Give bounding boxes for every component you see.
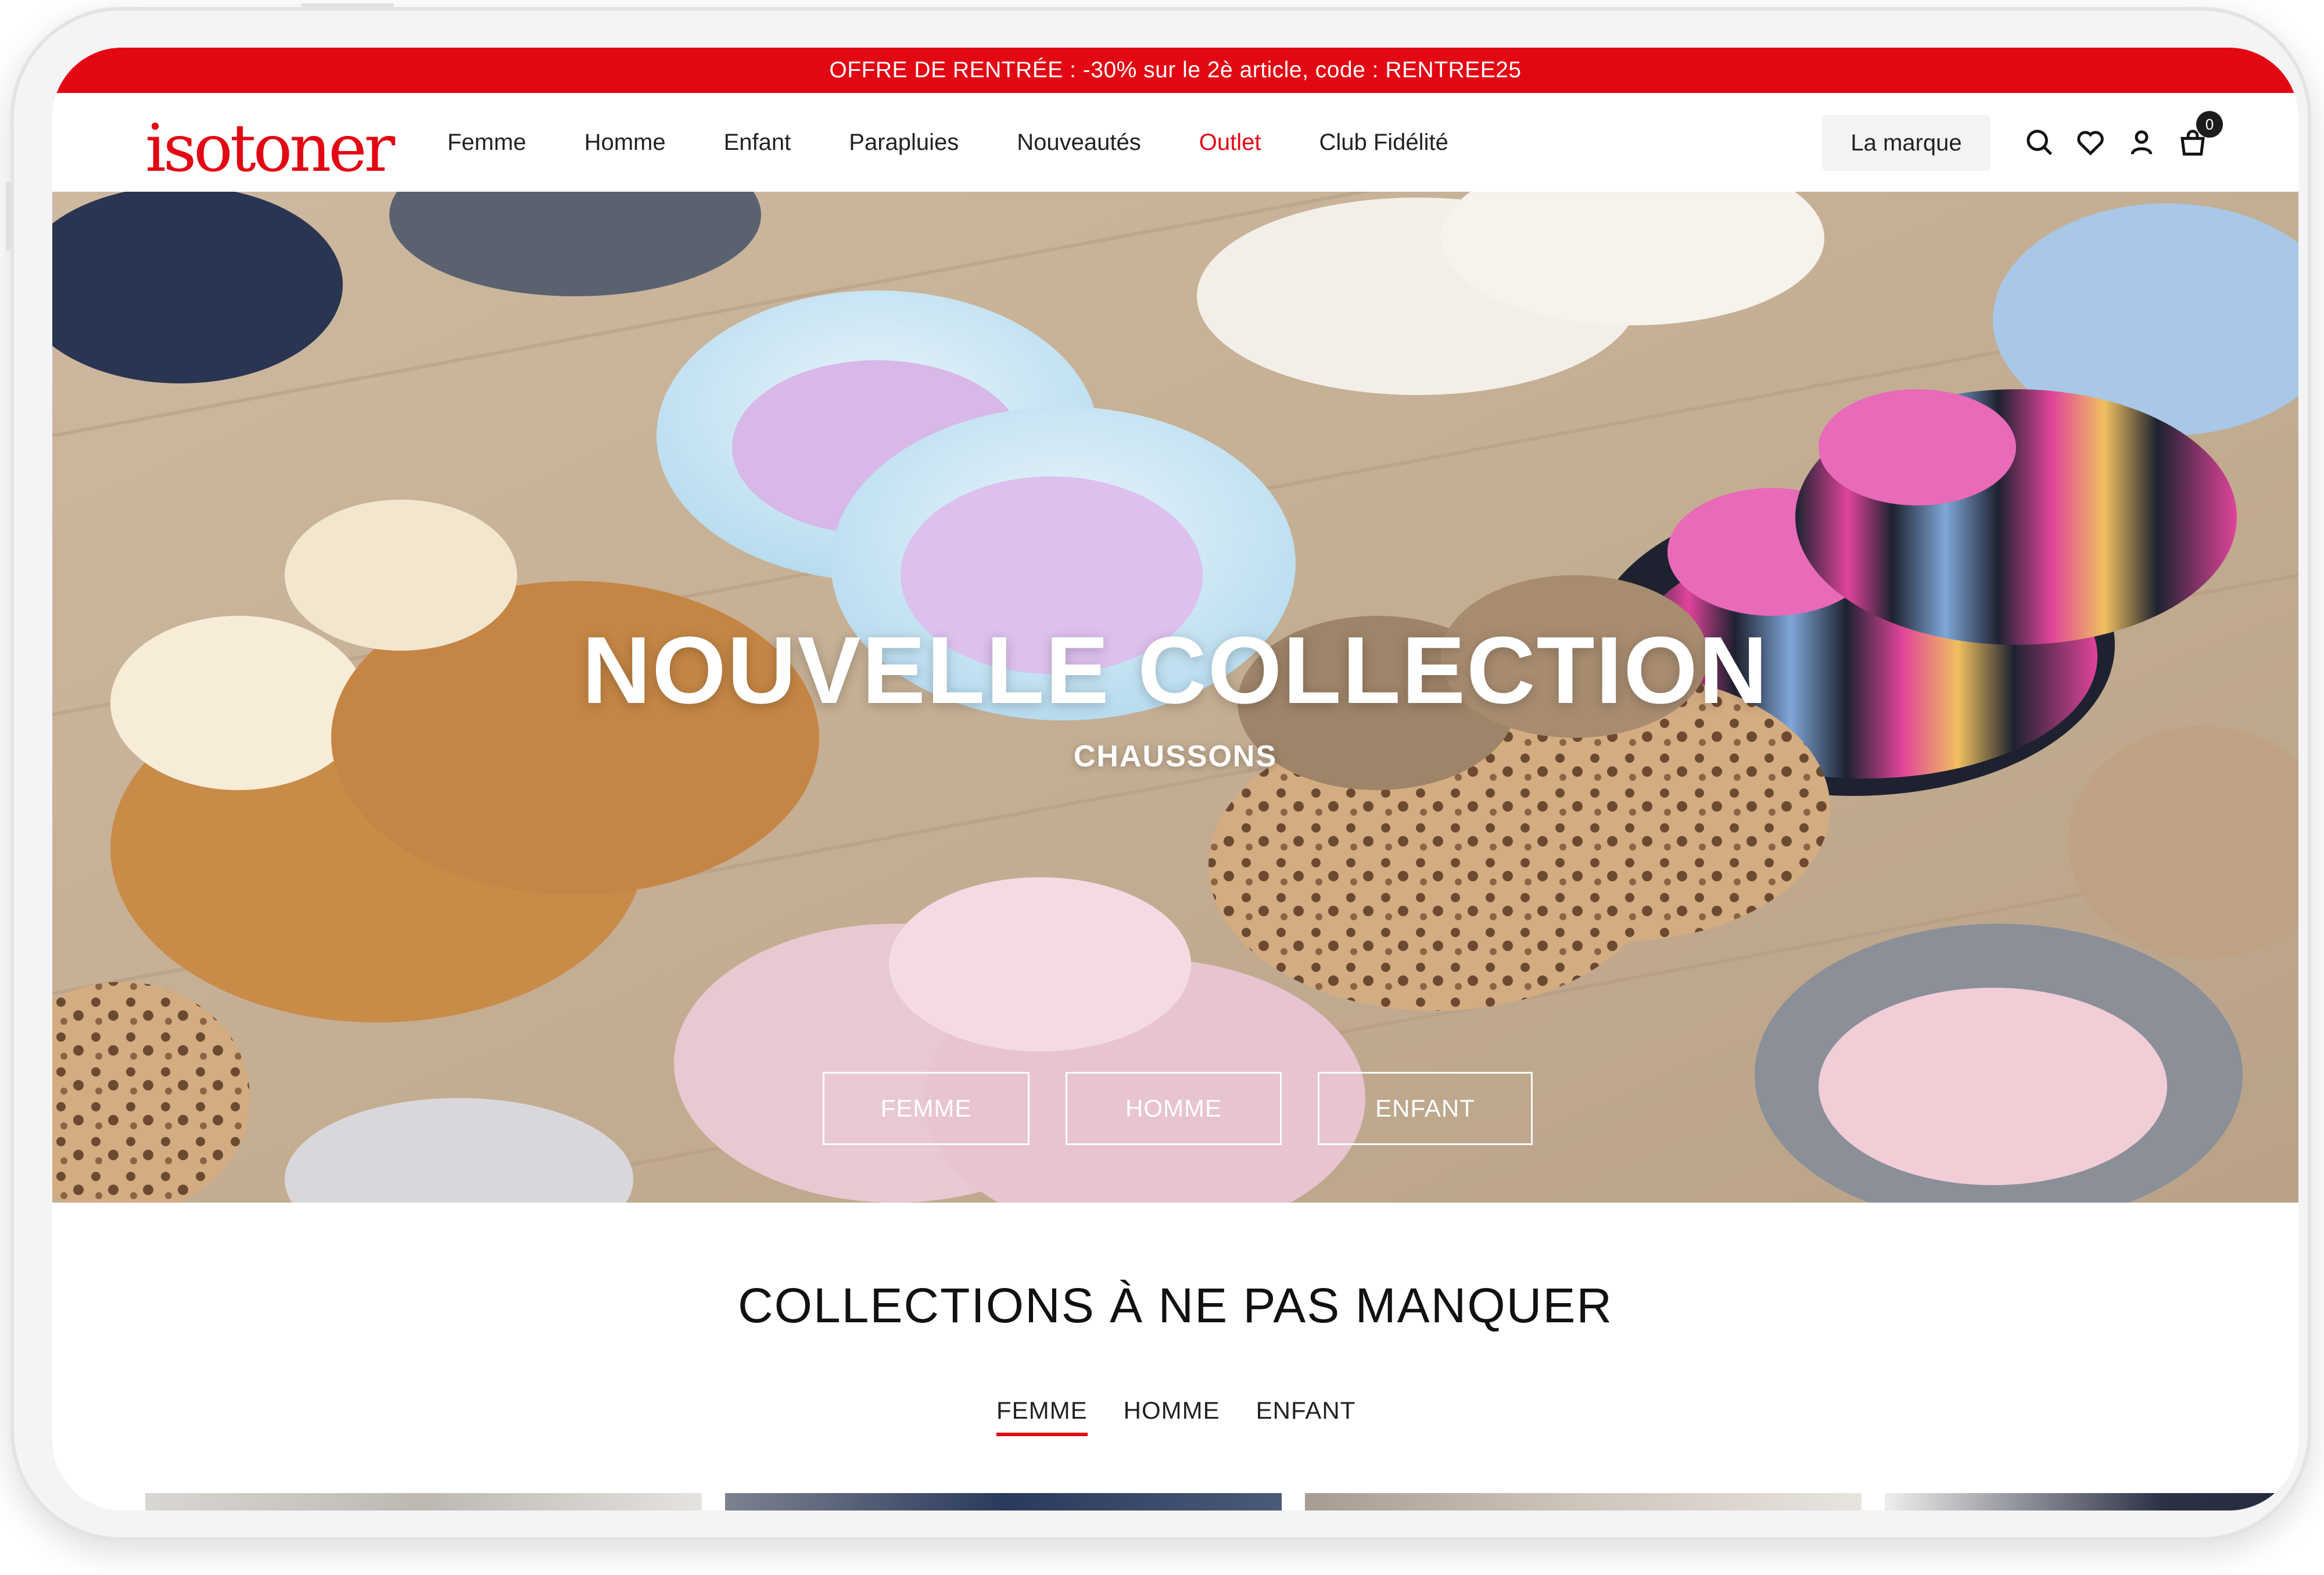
collection-card[interactable] [1885, 1493, 2298, 1511]
tab-homme[interactable]: HOMME [1124, 1397, 1220, 1436]
nav-item-club-fidelite[interactable]: Club Fidélité [1319, 130, 1448, 156]
hero-subtitle: CHAUSSONS [1073, 740, 1278, 773]
promo-banner[interactable]: OFFRE DE RENTRÉE : -30% sur le 2è articl… [52, 48, 2298, 93]
hero-enfant-button[interactable]: ENFANT [1318, 1072, 1533, 1145]
hero-femme-button[interactable]: FEMME [823, 1072, 1030, 1145]
header-icons: 0 [2022, 111, 2226, 163]
nav-item-nouveautes[interactable]: Nouveautés [1017, 130, 1141, 156]
collections-tabs: FEMME HOMME ENFANT [996, 1397, 1391, 1436]
tab-femme[interactable]: FEMME [996, 1397, 1088, 1436]
collection-card[interactable] [1305, 1493, 1862, 1511]
screen: OFFRE DE RENTRÉE : -30% sur le 2è articl… [52, 48, 2298, 1511]
collection-card[interactable] [145, 1493, 702, 1511]
hero-banner: NOUVELLE COLLECTION CHAUSSONS FEMME HOMM… [52, 192, 2298, 1203]
bag-icon[interactable]: 0 [2175, 111, 2223, 160]
collections-title: COLLECTIONS À NE PAS MANQUER [737, 1278, 1613, 1333]
nav-item-homme[interactable]: Homme [584, 130, 666, 156]
device-side-button [6, 181, 10, 251]
nav-item-parapluies[interactable]: Parapluies [849, 130, 959, 156]
tablet-frame: OFFRE DE RENTRÉE : -30% sur le 2è articl… [6, 3, 2311, 1541]
collection-cards [145, 1493, 2298, 1511]
la-marque-button[interactable]: La marque [1822, 115, 1991, 171]
hero-homme-button[interactable]: HOMME [1066, 1072, 1282, 1145]
device-top-button [301, 3, 394, 7]
user-icon[interactable] [2124, 125, 2159, 160]
cart-count-badge: 0 [2196, 111, 2223, 138]
heart-icon[interactable] [2073, 125, 2108, 160]
nav-item-enfant[interactable]: Enfant [724, 130, 791, 156]
hero-buttons: FEMME HOMME ENFANT [823, 1072, 1569, 1145]
search-icon[interactable] [2022, 125, 2057, 160]
collection-card[interactable] [725, 1493, 1282, 1511]
isotoner-logo[interactable]: isotoner [145, 116, 395, 181]
tab-enfant[interactable]: ENFANT [1256, 1397, 1356, 1436]
site-header: isotoner Femme Homme Enfant Parapluies N… [52, 93, 2298, 192]
main-nav: Femme Homme Enfant Parapluies Nouveautés… [447, 93, 1507, 192]
nav-item-femme[interactable]: Femme [447, 130, 526, 156]
nav-item-outlet[interactable]: Outlet [1199, 130, 1261, 156]
hero-title: NOUVELLE COLLECTION [582, 617, 1769, 723]
